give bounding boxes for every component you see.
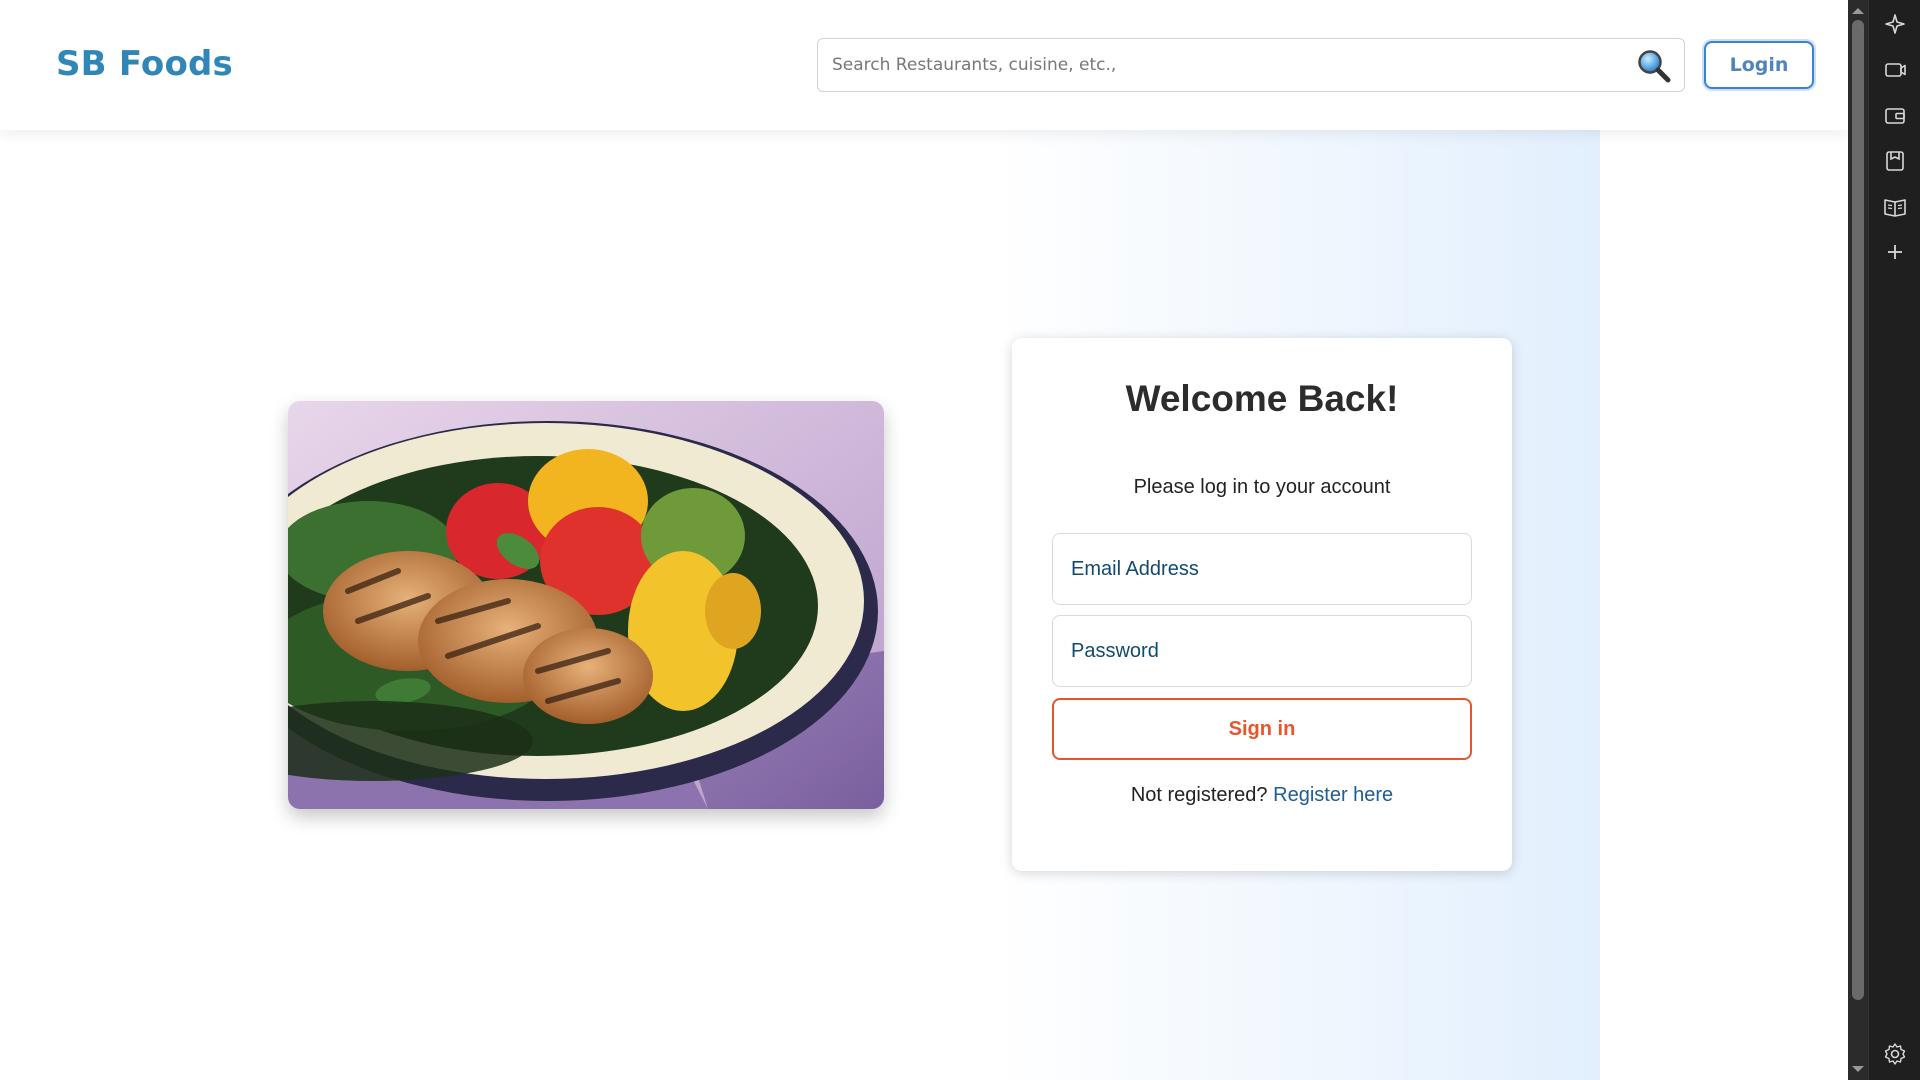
page-viewport: SB Foods Login	[0, 0, 1848, 1080]
video-icon[interactable]	[1881, 56, 1909, 84]
page-scrollbar[interactable]	[1848, 0, 1868, 1080]
search-bar	[817, 38, 1685, 92]
food-plate-image	[288, 401, 884, 809]
bookmark-save-icon[interactable]	[1881, 147, 1909, 175]
login-card: Welcome Back! Please log in to your acco…	[1012, 338, 1512, 871]
plus-icon[interactable]	[1881, 238, 1909, 266]
scroll-up-arrow-icon[interactable]	[1852, 8, 1864, 14]
reading-book-icon[interactable]	[1881, 193, 1909, 221]
wallet-icon[interactable]	[1881, 102, 1909, 130]
settings-gear-icon[interactable]	[1881, 1040, 1909, 1068]
sparkle-icon[interactable]	[1881, 10, 1909, 38]
brand-logo[interactable]: SB Foods	[56, 44, 233, 84]
search-icon[interactable]	[1636, 48, 1672, 84]
login-button[interactable]: Login	[1704, 41, 1814, 89]
card-title: Welcome Back!	[1125, 378, 1399, 419]
register-prompt: Not registered?	[1130, 784, 1268, 806]
scroll-thumb[interactable]	[1852, 20, 1864, 1000]
browser-side-panel	[1868, 0, 1920, 1080]
top-navbar: SB Foods Login	[0, 0, 1848, 130]
card-subtitle: Please log in to your account	[1133, 476, 1391, 498]
email-field-wrapper	[1052, 533, 1472, 605]
password-field-wrapper	[1052, 615, 1472, 687]
scroll-down-arrow-icon[interactable]	[1852, 1066, 1864, 1072]
password-field[interactable]	[1069, 616, 1459, 686]
register-link[interactable]: Register here	[1273, 784, 1393, 806]
email-field[interactable]	[1069, 534, 1459, 604]
search-input[interactable]	[830, 45, 1610, 85]
register-line: Not registered? Register here	[1012, 784, 1512, 807]
sign-in-button[interactable]: Sign in	[1052, 698, 1472, 760]
